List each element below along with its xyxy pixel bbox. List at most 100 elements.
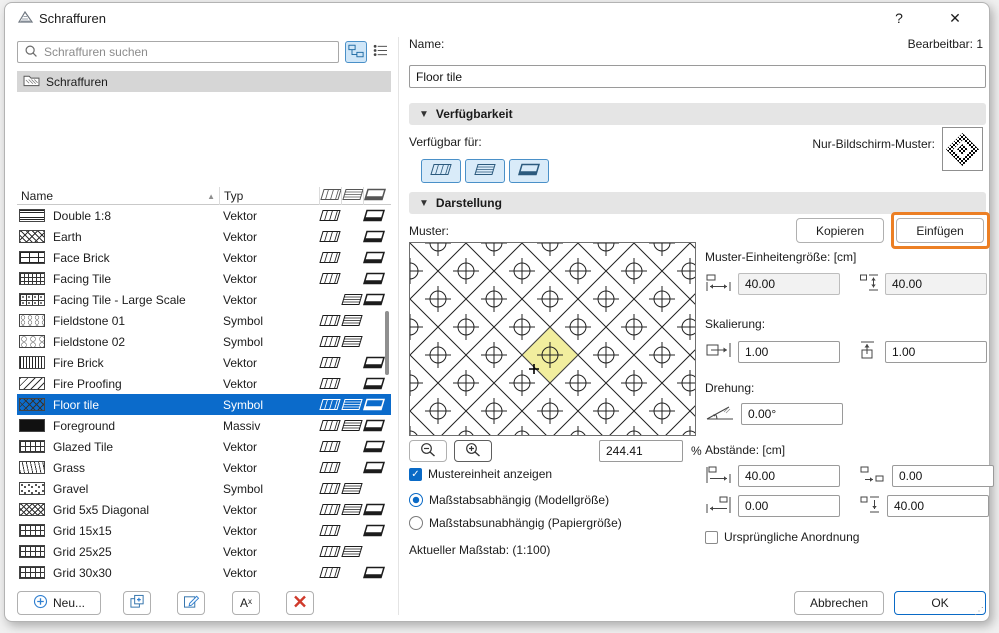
column-header-cut-fill-icon[interactable] — [363, 187, 385, 205]
list-item[interactable]: Grid 30x30Vektor — [17, 562, 391, 583]
ok-button[interactable]: OK — [894, 591, 986, 615]
list-view-button[interactable] — [369, 41, 391, 63]
pattern-swatch — [19, 461, 45, 474]
delete-icon — [293, 595, 307, 611]
scale-x-input[interactable] — [738, 341, 840, 363]
tree-root-item[interactable]: Schraffuren — [17, 71, 391, 92]
section-display[interactable]: ▼ Darstellung — [409, 192, 986, 214]
pattern-preview[interactable] — [409, 242, 696, 436]
folder-icon — [23, 73, 40, 90]
fill-name: Fieldstone 01 — [49, 314, 219, 328]
list-item[interactable]: EarthVektor — [17, 226, 391, 247]
availability-cut-fill-toggle[interactable] — [509, 159, 549, 183]
cut-fill-icon — [363, 230, 385, 243]
availability-draft-fill-toggle[interactable] — [421, 159, 461, 183]
close-button[interactable]: ✕ — [939, 7, 971, 29]
draft-fill-icon — [319, 356, 341, 369]
list-item[interactable]: Glazed TileVektor — [17, 436, 391, 457]
scale-dependent-radio[interactable] — [409, 493, 423, 507]
column-header-cover-fill-icon[interactable] — [341, 187, 363, 205]
title-bar[interactable]: Schraffuren ? ✕ — [5, 3, 989, 33]
list-header[interactable]: Name ▲ Typ — [17, 187, 391, 205]
fill-name: Facing Tile - Large Scale — [49, 293, 219, 307]
screen-only-label: Nur-Bildschirm-Muster: — [812, 137, 935, 151]
list-item[interactable]: Fieldstone 01Symbol — [17, 310, 391, 331]
delete-button[interactable] — [286, 591, 314, 615]
scale-independent-radio[interactable] — [409, 516, 423, 530]
duplicate-button[interactable] — [123, 591, 151, 615]
list-item[interactable]: Grid 25x25Vektor — [17, 541, 391, 562]
show-unit-checkbox[interactable]: ✓ — [409, 468, 422, 481]
tree-view-button[interactable] — [345, 41, 367, 63]
fill-type: Vektor — [219, 272, 319, 286]
edit-button[interactable] — [177, 591, 205, 615]
spacing-x-input[interactable] — [738, 465, 840, 487]
rotation-input[interactable] — [741, 403, 843, 425]
search-input[interactable] — [44, 45, 332, 59]
resize-grip[interactable]: ⋰ — [974, 606, 984, 617]
column-header-typ[interactable]: Typ — [219, 187, 319, 205]
help-button[interactable]: ? — [883, 7, 915, 29]
pattern-swatch — [19, 398, 45, 411]
fill-type: Vektor — [219, 503, 319, 517]
list-item[interactable]: Fieldstone 02Symbol — [17, 331, 391, 352]
list-item[interactable]: Facing TileVektor — [17, 268, 391, 289]
zoom-out-button[interactable] — [409, 440, 447, 462]
offset-y-input[interactable] — [738, 495, 840, 517]
list-item[interactable]: Fire ProofingVektor — [17, 373, 391, 394]
list-item[interactable]: GrassVektor — [17, 457, 391, 478]
zoom-percent-input[interactable] — [599, 440, 683, 462]
offset-x-input[interactable] — [892, 465, 994, 487]
list-item[interactable]: Face BrickVektor — [17, 247, 391, 268]
fill-type: Vektor — [219, 230, 319, 244]
show-unit-row: ✓ Mustereinheit anzeigen — [409, 467, 552, 481]
name-input[interactable] — [409, 65, 986, 88]
tree-root-label: Schraffuren — [46, 75, 108, 89]
list-item[interactable]: Fire BrickVektor — [17, 352, 391, 373]
list-item[interactable]: Floor tileSymbol — [17, 394, 391, 415]
list-item[interactable]: Double 1:8Vektor — [17, 205, 391, 226]
fill-type: Vektor — [219, 524, 319, 538]
pattern-swatch — [19, 209, 45, 222]
spacing-y-input[interactable] — [887, 495, 989, 517]
paste-button[interactable]: Einfügen — [896, 218, 984, 243]
list-item[interactable]: Grid 5x5 DiagonalVektor — [17, 499, 391, 520]
original-layout-checkbox[interactable] — [705, 531, 718, 544]
draft-fill-icon — [319, 314, 341, 327]
cut-fill-icon — [363, 377, 385, 390]
draft-fill-icon — [319, 251, 341, 264]
scale-y-input[interactable] — [885, 341, 987, 363]
pattern-preview-canvas — [410, 243, 695, 435]
rotation-label: Drehung: — [705, 381, 754, 395]
copy-button[interactable]: Kopieren — [796, 218, 884, 243]
search-box[interactable] — [17, 41, 339, 63]
zoom-in-button[interactable] — [454, 440, 492, 462]
column-header-draft-fill-icon[interactable] — [319, 187, 341, 205]
column-header-name[interactable]: Name ▲ — [17, 187, 219, 205]
list-item[interactable]: Facing Tile - Large ScaleVektor — [17, 289, 391, 310]
cut-fill-icon — [363, 524, 385, 537]
fill-name: Face Brick — [49, 251, 219, 265]
editable-count-label: Bearbeitbar: 1 — [908, 37, 983, 51]
rename-button[interactable]: Aˣ — [232, 591, 260, 615]
rename-icon: Aˣ — [240, 596, 252, 610]
available-for-label: Verfügbar für: — [409, 135, 482, 149]
new-button[interactable]: Neu... — [17, 591, 101, 615]
fill-name: Fieldstone 02 — [49, 335, 219, 349]
pattern-swatch — [19, 293, 45, 306]
unit-width-icon — [705, 273, 732, 295]
list-item[interactable]: Grid 15x15Vektor — [17, 520, 391, 541]
list-item[interactable]: ForegroundMassiv — [17, 415, 391, 436]
unit-height-input[interactable] — [885, 273, 987, 295]
list-item[interactable]: GravelSymbol — [17, 478, 391, 499]
list-scrollbar[interactable] — [385, 311, 389, 375]
fill-name: Grass — [49, 461, 219, 475]
percent-label: % — [691, 444, 702, 458]
fill-type: Symbol — [219, 398, 319, 412]
cancel-button[interactable]: Abbrechen — [794, 591, 884, 615]
section-availability[interactable]: ▼ Verfügbarkeit — [409, 103, 986, 125]
dialog-title: Schraffuren — [39, 11, 106, 26]
unit-width-input[interactable] — [738, 273, 840, 295]
fill-name: Gravel — [49, 482, 219, 496]
availability-cover-fill-toggle[interactable] — [465, 159, 505, 183]
